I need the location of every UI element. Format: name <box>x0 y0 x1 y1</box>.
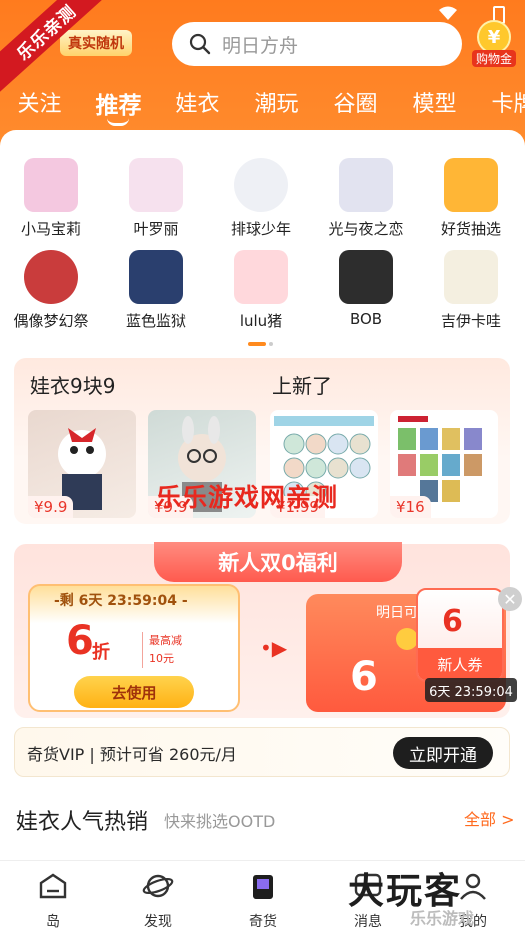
hot-subtitle: 快来挑选OOTD <box>164 812 276 831</box>
promo-right-title[interactable]: 上新了 <box>272 370 332 399</box>
coupon-current[interactable]: -剩 6天 23:59:04 - 6 折 最高减 10元 去使用 <box>28 584 240 712</box>
nav-label: 奇货 <box>249 914 277 930</box>
category-label: 蓝色监狱 <box>125 312 186 330</box>
category-item[interactable]: 排球少年 <box>211 158 311 239</box>
tab-4[interactable]: 谷圈 <box>316 82 395 122</box>
tab-1[interactable]: 推荐 <box>79 82 158 122</box>
lottery-wheel-icon <box>444 158 498 212</box>
haikyuu-icon <box>234 158 288 212</box>
bob-icon <box>339 250 393 304</box>
tab-5[interactable]: 模型 <box>395 82 474 122</box>
float-discount: 6 <box>442 604 463 639</box>
category-item[interactable]: 光与夜之恋 <box>316 158 416 239</box>
nav-item-1[interactable]: 发现 <box>118 871 198 931</box>
wifi-icon <box>439 6 457 20</box>
watermark-small: 乐乐游戏 <box>410 909 475 928</box>
my-little-pony-icon <box>24 158 78 212</box>
close-icon[interactable]: ✕ <box>498 587 522 611</box>
island-icon <box>37 871 69 905</box>
hot-all-link[interactable]: 全部 > <box>464 806 515 830</box>
page-indicator <box>248 342 273 346</box>
search-placeholder: 明日方舟 <box>222 34 299 57</box>
brand-pill[interactable]: 真实随机 <box>60 30 132 56</box>
category-item[interactable]: 好货抽选 <box>421 158 521 239</box>
search-icon <box>189 33 211 55</box>
page-dot-active <box>248 342 266 346</box>
nav-label: 岛 <box>46 914 60 930</box>
lock-icon <box>396 628 418 650</box>
category-item[interactable]: 蓝色监狱 <box>106 250 206 331</box>
product-card[interactable]: ¥16 <box>390 410 498 518</box>
nav-item-2[interactable]: 奇货 <box>223 871 303 931</box>
coupon-countdown: -剩 6天 23:59:04 - <box>54 593 188 609</box>
category-item[interactable]: 偶像梦幻祭 <box>1 250 101 331</box>
welfare-title: 新人双0福利 <box>154 542 402 582</box>
tab-3[interactable]: 潮玩 <box>237 82 316 122</box>
category-item[interactable]: 小马宝莉 <box>1 158 101 239</box>
brand-area[interactable]: 真实随机 <box>60 28 132 58</box>
category-item[interactable]: lulu猪 <box>211 250 311 331</box>
chiikawa-icon <box>444 250 498 304</box>
float-label: 新人券 <box>418 648 502 680</box>
new-user-coupon-float[interactable]: 6 新人券 <box>416 588 504 682</box>
category-label: 偶像梦幻祭 <box>13 312 89 330</box>
product-price: ¥16 <box>390 496 431 518</box>
header-bar: 真实随机 明日方舟 ¥ 购物金 关注 推荐 娃衣 潮玩 谷圈 模型 卡牌 <box>0 0 525 150</box>
page-dot <box>269 342 273 346</box>
yeloli-icon <box>129 158 183 212</box>
float-timer: 6天 23:59:04 <box>425 678 517 702</box>
light-and-night-icon <box>339 158 393 212</box>
coin-icon: ¥ <box>477 20 511 54</box>
vip-open-button[interactable]: 立即开通 <box>393 737 493 769</box>
search-bar[interactable]: 明日方舟 <box>172 22 462 66</box>
planet-icon <box>142 871 174 905</box>
coupon-max-save: 最高减 10元 <box>142 632 182 668</box>
category-label: 叶罗丽 <box>133 220 179 238</box>
category-label: 好货抽选 <box>440 220 501 238</box>
coupon-discount: 6 <box>66 618 94 664</box>
hot-title: 娃衣人气热销 <box>16 810 149 835</box>
category-item[interactable]: 叶罗丽 <box>106 158 206 239</box>
blue-lock-icon <box>129 250 183 304</box>
nav-item-0[interactable]: 岛 <box>13 871 93 931</box>
tab-0[interactable]: 关注 <box>0 82 79 122</box>
category-label: lulu猪 <box>239 312 283 330</box>
shopping-gold-button[interactable]: ¥ 购物金 <box>468 20 520 68</box>
category-label: BOB <box>349 310 383 328</box>
tomorrow-discount: 6 <box>350 654 378 700</box>
ensemble-stars-icon <box>24 250 78 304</box>
category-item[interactable]: BOB <box>316 250 416 328</box>
nav-label: 发现 <box>144 914 172 930</box>
vip-text: 奇货VIP | 预计可省 260元/月 <box>27 745 237 764</box>
max-save-value: 10元 <box>149 652 174 665</box>
product-price: ¥9.9 <box>28 496 74 518</box>
shopping-gold-label: 购物金 <box>471 50 516 67</box>
active-tab-indicator <box>107 118 129 126</box>
max-save-label: 最高减 <box>149 634 182 647</box>
coupon-discount-unit: 折 <box>92 642 110 663</box>
vip-banner[interactable]: 奇货VIP | 预计可省 260元/月 立即开通 <box>14 727 510 777</box>
lulu-pig-icon <box>234 250 288 304</box>
category-label: 吉伊卡哇 <box>440 312 501 330</box>
category-label: 光与夜之恋 <box>328 220 404 238</box>
tab-2[interactable]: 娃衣 <box>158 82 237 122</box>
category-tabs: 关注 推荐 娃衣 潮玩 谷圈 模型 卡牌 <box>0 82 525 122</box>
product-card[interactable]: ¥9.9 <box>28 410 136 518</box>
use-coupon-button[interactable]: 去使用 <box>74 676 194 708</box>
category-item[interactable]: 吉伊卡哇 <box>421 250 521 331</box>
category-label: 小马宝莉 <box>20 220 81 238</box>
category-label: 排球少年 <box>230 220 291 238</box>
tab-6[interactable]: 卡牌 <box>474 82 525 122</box>
nav-label: 消息 <box>354 914 382 930</box>
shopping-bag-icon <box>247 871 279 905</box>
arrow-right-icon: •▶ <box>260 636 288 660</box>
promo-left-title[interactable]: 娃衣9块9 <box>30 370 115 399</box>
watermark-text: 乐乐游戏网亲测 <box>156 483 339 512</box>
